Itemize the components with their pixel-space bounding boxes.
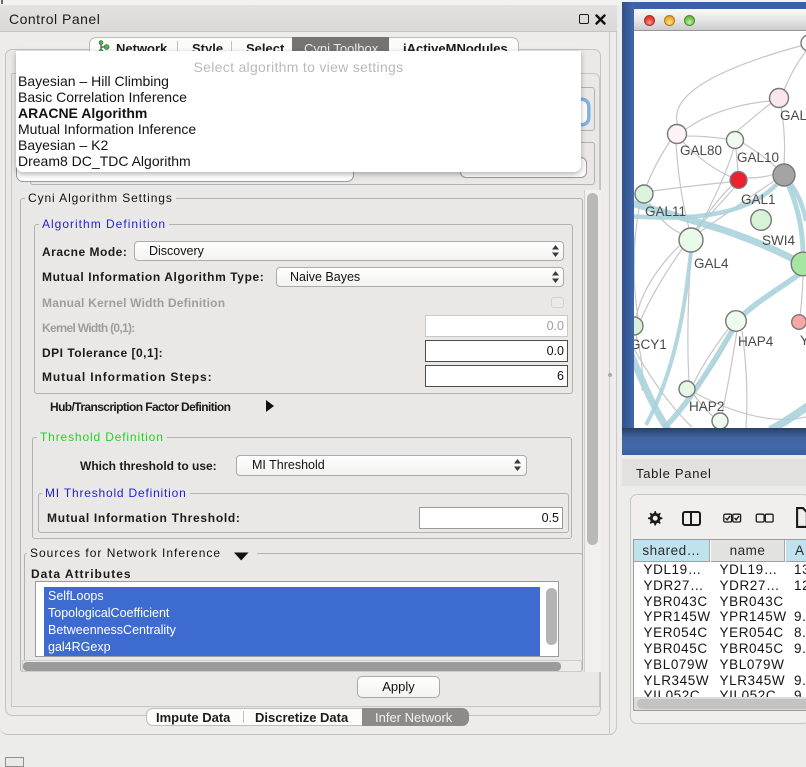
svg-text:GCY1: GCY1 — [634, 337, 667, 352]
svg-text:SWI4: SWI4 — [762, 233, 795, 248]
svg-text:GAL11: GAL11 — [645, 204, 686, 219]
svg-text:GAL4: GAL4 — [694, 256, 729, 271]
svg-text:HAP2: HAP2 — [689, 399, 724, 414]
svg-text:GAL1: GAL1 — [741, 192, 776, 207]
svg-text:GAL7: GAL7 — [780, 108, 806, 123]
svg-text:GAL80: GAL80 — [680, 143, 722, 158]
svg-text:HAP4: HAP4 — [738, 334, 774, 349]
svg-text:Y: Y — [800, 333, 806, 348]
svg-text:GAL10: GAL10 — [737, 150, 779, 165]
